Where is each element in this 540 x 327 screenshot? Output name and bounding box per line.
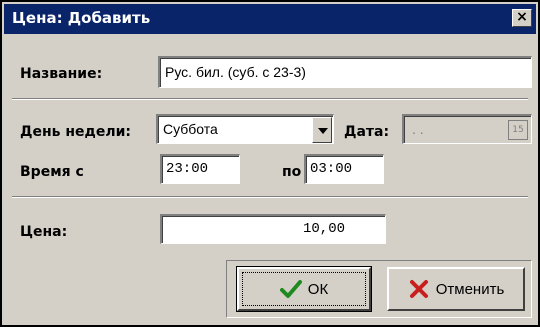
window-title: Цена: Добавить — [12, 9, 151, 27]
close-button[interactable]: × — [512, 9, 532, 27]
time-from-label: Время с — [20, 164, 84, 180]
weekday-value: Суббота — [163, 121, 218, 137]
price-value: 10,00 — [302, 221, 345, 237]
separator-middle — [12, 196, 528, 198]
cancel-button-label: Отменить — [435, 280, 505, 298]
separator-top — [12, 98, 528, 100]
button-panel: ОК Отменить — [226, 260, 532, 318]
calendar-icon: 15 — [508, 120, 528, 140]
name-input[interactable]: Рус. бил. (суб. с 23-3) — [158, 56, 532, 88]
ok-button[interactable]: ОК — [236, 266, 372, 312]
chevron-down-icon — [318, 128, 328, 134]
weekday-label: День недели: — [20, 124, 131, 140]
date-value: . . — [412, 121, 424, 137]
ok-button-content: ОК — [239, 279, 369, 299]
title-bar[interactable]: Цена: Добавить × — [4, 4, 536, 34]
cancel-button-content: Отменить — [389, 279, 523, 299]
time-to-value: 03:00 — [310, 161, 353, 177]
price-input[interactable]: 10,00 — [160, 214, 386, 244]
x-mark-icon — [409, 280, 428, 298]
calendar-button-text: 15 — [512, 125, 524, 135]
weekday-dropdown-button[interactable] — [312, 117, 332, 143]
date-field: . . 15 — [402, 114, 532, 144]
time-to-label: по — [282, 164, 302, 180]
weekday-select[interactable]: Суббота — [156, 114, 334, 144]
price-add-dialog: Цена: Добавить × Название: Рус. бил. (су… — [0, 0, 540, 327]
time-to-input[interactable]: 03:00 — [304, 154, 384, 184]
time-from-input[interactable]: 23:00 — [160, 154, 240, 184]
name-label: Название: — [20, 66, 103, 82]
checkmark-icon — [279, 280, 302, 298]
cancel-button[interactable]: Отменить — [387, 267, 525, 311]
name-value: Рус. бил. (суб. с 23-3) — [165, 64, 306, 80]
ok-button-label: ОК — [307, 280, 329, 298]
close-icon: × — [516, 9, 528, 25]
time-from-value: 23:00 — [166, 161, 209, 177]
date-label: Дата: — [344, 124, 390, 140]
price-label: Цена: — [20, 224, 68, 240]
